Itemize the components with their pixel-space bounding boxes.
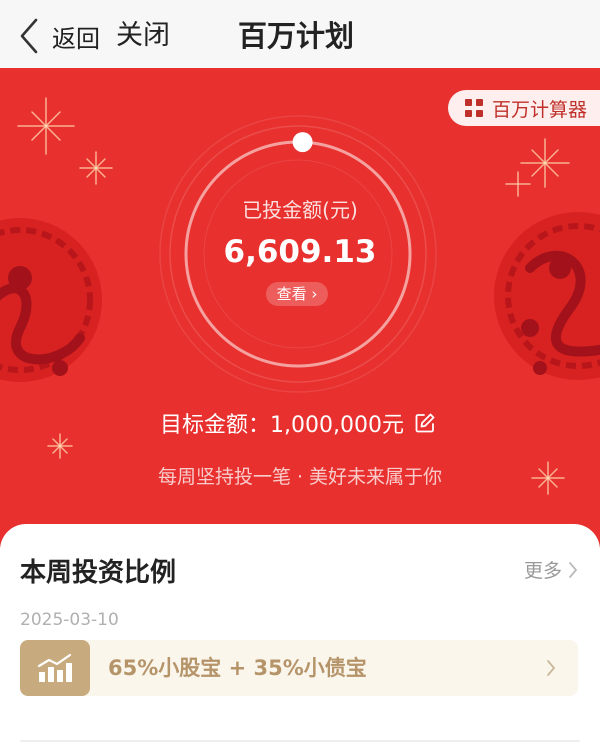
edit-icon[interactable]	[414, 412, 436, 434]
close-button[interactable]: 关闭	[116, 16, 170, 56]
target-amount: 1,000,000元	[270, 413, 404, 438]
target-amount-row: 目标金额： 1,000,000元	[160, 408, 436, 438]
section-title: 本周投资比例	[20, 558, 177, 588]
page-title: 百万计划	[238, 19, 355, 53]
progress-knob	[292, 132, 313, 153]
bar-chart-growth-icon	[37, 654, 72, 682]
calculator-label: 百万计算器	[492, 98, 588, 121]
more-link[interactable]: 更多	[524, 556, 578, 583]
allocation-text: 65%小股宝 + 35%小债宝	[108, 656, 367, 680]
invested-amount: 6,609.13	[223, 234, 377, 270]
chevron-right-icon	[547, 660, 555, 676]
back-button[interactable]: 返回	[18, 16, 100, 56]
weekly-ratio-card: 本周投资比例 更多 2025-03-10 65%小股宝 + 35%小债宝	[0, 524, 600, 744]
back-arrow-icon	[20, 18, 38, 54]
allocation-date: 2025-03-10	[20, 610, 119, 630]
target-label: 目标金额：	[160, 413, 271, 438]
allocation-row[interactable]: 65%小股宝 + 35%小债宝	[20, 640, 578, 696]
back-label: 返回	[52, 24, 100, 53]
allocation-icon-tile	[20, 640, 90, 696]
million-calculator-button[interactable]: 百万计算器	[448, 90, 600, 126]
chevron-right-icon	[569, 561, 577, 578]
slogan: 每周坚持投一笔 · 美好未来属于你	[157, 466, 443, 488]
view-button[interactable]: 查看 ›	[266, 282, 328, 306]
hero-banner: 百万计算器 已投金额(元) 6,609.13 查看 › 目标金额： 1,000,…	[0, 68, 600, 548]
divider	[20, 740, 580, 742]
more-label: 更多	[523, 560, 562, 582]
nav-bar: 返回 关闭 百万计划	[0, 0, 600, 68]
invested-label: 已投金额(元)	[242, 198, 358, 222]
calculator-grid-icon	[465, 99, 483, 117]
